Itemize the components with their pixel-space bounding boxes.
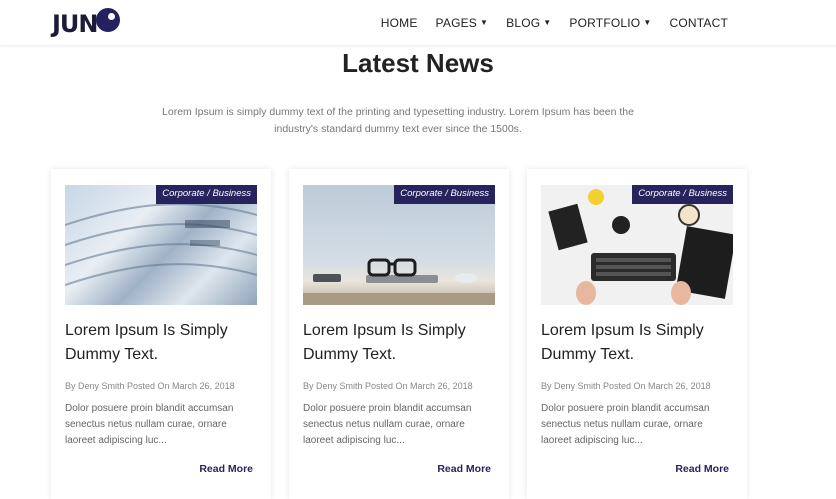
main-nav: HOME PAGES ▼ BLOG ▼ PORTFOLIO ▼ CONTACT [372, 0, 737, 45]
category-tag[interactable]: Corporate / Business [156, 185, 257, 204]
nav-home-label: HOME [380, 15, 418, 30]
news-card: Corporate / Business Lorem Ipsum Is Simp… [527, 169, 747, 499]
nav-pages[interactable]: PAGES ▼ [427, 16, 498, 30]
read-more-link[interactable]: Read More [199, 463, 253, 475]
caret-down-icon: ▼ [480, 18, 489, 27]
logo-text: JUN [52, 10, 99, 38]
nav-home[interactable]: HOME [372, 16, 427, 30]
card-title[interactable]: Lorem Ipsum Is Simply Dummy Text. [303, 319, 493, 367]
nav-portfolio-label: PORTFOLIO [569, 15, 641, 30]
category-tag[interactable]: Corporate / Business [632, 185, 733, 204]
logo[interactable]: JUN [52, 6, 132, 40]
caret-down-icon: ▼ [543, 18, 552, 27]
section-title: Latest News [342, 48, 494, 78]
nav-portfolio[interactable]: PORTFOLIO ▼ [560, 16, 660, 30]
nav-contact[interactable]: CONTACT [660, 16, 737, 30]
card-meta: By Deny Smith Posted On March 26, 2018 [541, 381, 711, 391]
nav-pages-label: PAGES [435, 15, 478, 30]
nav-blog-label: BLOG [506, 15, 541, 30]
nav-contact-label: CONTACT [669, 15, 728, 30]
section-intro: Lorem Ipsum is simply dummy text of the … [162, 106, 634, 135]
card-excerpt: Dolor posuere proin blandit accumsan sen… [541, 403, 710, 446]
card-image-desk[interactable]: Corporate / Business [541, 185, 733, 305]
nav-blog[interactable]: BLOG ▼ [497, 16, 560, 30]
card-image-glasses[interactable]: Corporate / Business [303, 185, 495, 305]
site-header: JUN HOME PAGES ▼ BLOG ▼ PORTFOLIO ▼ CONT… [0, 0, 836, 45]
read-more-link[interactable]: Read More [675, 463, 729, 475]
news-card: Corporate / Business Lorem Ipsum Is Simp… [289, 169, 509, 499]
news-card: Corporate / Business Lorem Ipsum Is Simp… [51, 169, 271, 499]
card-meta: By Deny Smith Posted On March 26, 2018 [65, 381, 235, 391]
caret-down-icon: ▼ [643, 18, 652, 27]
card-excerpt: Dolor posuere proin blandit accumsan sen… [303, 403, 472, 446]
logo-eye-icon [96, 8, 120, 32]
card-title[interactable]: Lorem Ipsum Is Simply Dummy Text. [65, 319, 255, 367]
card-image-newspapers[interactable]: Corporate / Business [65, 185, 257, 305]
card-title[interactable]: Lorem Ipsum Is Simply Dummy Text. [541, 319, 731, 367]
card-meta: By Deny Smith Posted On March 26, 2018 [303, 381, 473, 391]
card-excerpt: Dolor posuere proin blandit accumsan sen… [65, 403, 234, 446]
category-tag[interactable]: Corporate / Business [394, 185, 495, 204]
read-more-link[interactable]: Read More [437, 463, 491, 475]
